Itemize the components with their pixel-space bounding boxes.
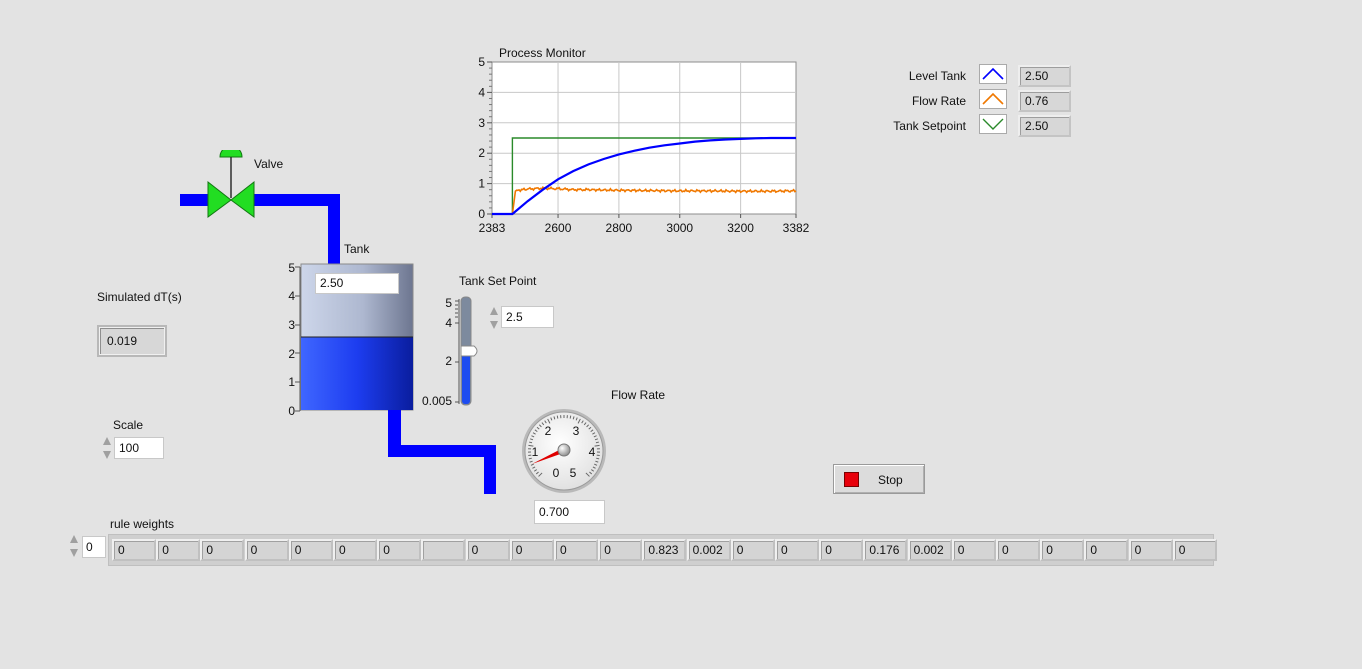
x-tick-label: 2383 bbox=[479, 221, 506, 235]
simulated-dt-label: Simulated dT(s) bbox=[97, 290, 182, 304]
rule-weight-cell: 0 bbox=[1040, 539, 1085, 561]
gauge-tick-mark bbox=[569, 415, 572, 419]
inlet-pipe-left bbox=[180, 194, 212, 206]
rule-weight-cell: 0 bbox=[244, 539, 289, 561]
rule-weight-cell: 0 bbox=[554, 539, 598, 561]
tank-level-value: 2.50 bbox=[315, 273, 399, 294]
legend-swatch-flow-rate[interactable] bbox=[979, 89, 1007, 109]
legend-value-tank-setpoint: 2.50 bbox=[1018, 115, 1071, 137]
y-axis-ticks: 0 1 2 3 4 5 bbox=[478, 56, 492, 221]
rule-weight-cell: 0 bbox=[200, 539, 245, 561]
rule-weights-label: rule weights bbox=[110, 517, 175, 531]
gauge-tick: 0 bbox=[553, 466, 560, 480]
rule-weight-cell: 0 bbox=[730, 539, 775, 561]
x-tick-label: 2800 bbox=[606, 221, 633, 235]
inlet-pipe-right bbox=[250, 194, 340, 206]
rule-weight-cell: 0 bbox=[333, 539, 377, 561]
rule-weight-cell: 0 bbox=[377, 539, 422, 561]
scale-input[interactable]: 100 bbox=[114, 437, 164, 459]
outlet-pipe bbox=[388, 410, 496, 494]
legend-value-flow-rate: 0.76 bbox=[1018, 90, 1071, 112]
stop-button[interactable]: Stop bbox=[833, 464, 925, 494]
y-tick-label: 5 bbox=[478, 56, 485, 69]
flow-rate-value: 0.700 bbox=[534, 500, 605, 524]
x-axis-ticks: 2383 2600 2800 3000 3200 3382 bbox=[479, 214, 810, 235]
setpoint-scale-tick: 2 bbox=[445, 354, 452, 368]
x-tick-label: 3200 bbox=[727, 221, 754, 235]
rule-weight-cell: 0 bbox=[819, 539, 864, 561]
setpoint-scale: 5 4 2 0.005 bbox=[416, 296, 454, 411]
x-tick-label: 3000 bbox=[666, 221, 693, 235]
scale-stepper-arrows[interactable] bbox=[101, 435, 113, 461]
rule-weight-cell: 0 bbox=[775, 539, 819, 561]
tank-liquid bbox=[301, 337, 413, 410]
gauge-tick: 1 bbox=[532, 445, 539, 459]
rule-weight-cell: 0 bbox=[112, 539, 156, 561]
legend-swatch-tank-setpoint[interactable] bbox=[979, 114, 1007, 134]
rule-weight-cell: 0.002 bbox=[907, 539, 952, 561]
y-tick-label: 1 bbox=[478, 177, 485, 191]
gauge-tick: 3 bbox=[573, 424, 580, 438]
inlet-pipe-and-valve bbox=[180, 150, 340, 270]
rule-weight-cell: 0 bbox=[288, 539, 333, 561]
gauge-tick-mark bbox=[596, 457, 600, 460]
inlet-pipe-down bbox=[328, 194, 340, 270]
setpoint-stepper-arrows[interactable] bbox=[488, 305, 500, 331]
y-tick-label: 0 bbox=[478, 207, 485, 221]
scale-label: Scale bbox=[113, 418, 144, 432]
rule-weight-cell: 0 bbox=[1172, 539, 1217, 561]
process-monitor-chart: 0 1 2 3 4 5 2383 2600 2800 3000 3200 3382 bbox=[478, 56, 810, 235]
rule-weight-cell: 0 bbox=[1084, 539, 1129, 561]
flow-rate-label: Flow Rate bbox=[611, 388, 666, 402]
rule-weight-cell: 0 bbox=[951, 539, 996, 561]
stop-button-label: Stop bbox=[878, 473, 903, 487]
y-tick-label: 2 bbox=[478, 146, 485, 160]
setpoint-scale-tick: 4 bbox=[445, 316, 452, 330]
gauge-tick: 2 bbox=[545, 424, 552, 438]
x-tick-label: 2600 bbox=[545, 221, 572, 235]
rule-weight-cell bbox=[421, 539, 466, 561]
x-tick-label: 3382 bbox=[783, 221, 810, 235]
flow-rate-gauge: 2 3 1 4 0 5 bbox=[522, 409, 606, 493]
setpoint-input[interactable]: 2.5 bbox=[501, 306, 554, 328]
rule-weights-index[interactable]: 0 bbox=[82, 536, 106, 558]
y-tick-label: 4 bbox=[478, 85, 485, 99]
valve-icon[interactable] bbox=[207, 150, 255, 218]
rule-weight-cell: 0 bbox=[996, 539, 1040, 561]
setpoint-slider[interactable] bbox=[452, 296, 482, 410]
rule-weight-cell: 0 bbox=[156, 539, 201, 561]
setpoint-scale-tick: 0.005 bbox=[421, 394, 452, 408]
rule-weight-cell: 0 bbox=[1128, 539, 1173, 561]
legend-label-level-tank: Level Tank bbox=[908, 69, 966, 83]
rule-weight-cell: 0.002 bbox=[686, 539, 731, 561]
simulated-dt-indicator: 0.019 bbox=[97, 325, 167, 357]
rule-weight-cell: 0.176 bbox=[863, 539, 908, 561]
y-tick-label: 3 bbox=[478, 116, 485, 130]
legend-label-flow-rate: Flow Rate bbox=[911, 94, 966, 108]
legend-value-level-tank: 2.50 bbox=[1018, 65, 1071, 87]
stop-icon bbox=[844, 472, 859, 487]
gauge-tick: 5 bbox=[570, 466, 577, 480]
gauge-tick: 4 bbox=[589, 445, 596, 459]
setpoint-slider-thumb bbox=[460, 345, 478, 357]
setpoint-scale-tick: 5 bbox=[445, 296, 452, 310]
simulated-dt-value: 0.019 bbox=[107, 334, 138, 348]
legend-swatch-level-tank[interactable] bbox=[979, 64, 1007, 84]
rule-weight-cell: 0 bbox=[598, 539, 643, 561]
rule-weight-cell: 0.823 bbox=[642, 539, 687, 561]
legend-label-tank-setpoint: Tank Setpoint bbox=[893, 119, 966, 133]
rule-weight-cell: 0 bbox=[465, 539, 510, 561]
plot-legend: Level Tank 2.50 Flow Rate 0.76 Tank Setp… bbox=[880, 64, 1080, 137]
gauge-tick-mark bbox=[556, 415, 559, 419]
setpoint-label: Tank Set Point bbox=[459, 274, 537, 288]
tank-label: Tank bbox=[344, 242, 370, 256]
rule-weight-cell: 0 bbox=[509, 539, 554, 561]
rule-weights-index-stepper[interactable] bbox=[68, 533, 80, 559]
